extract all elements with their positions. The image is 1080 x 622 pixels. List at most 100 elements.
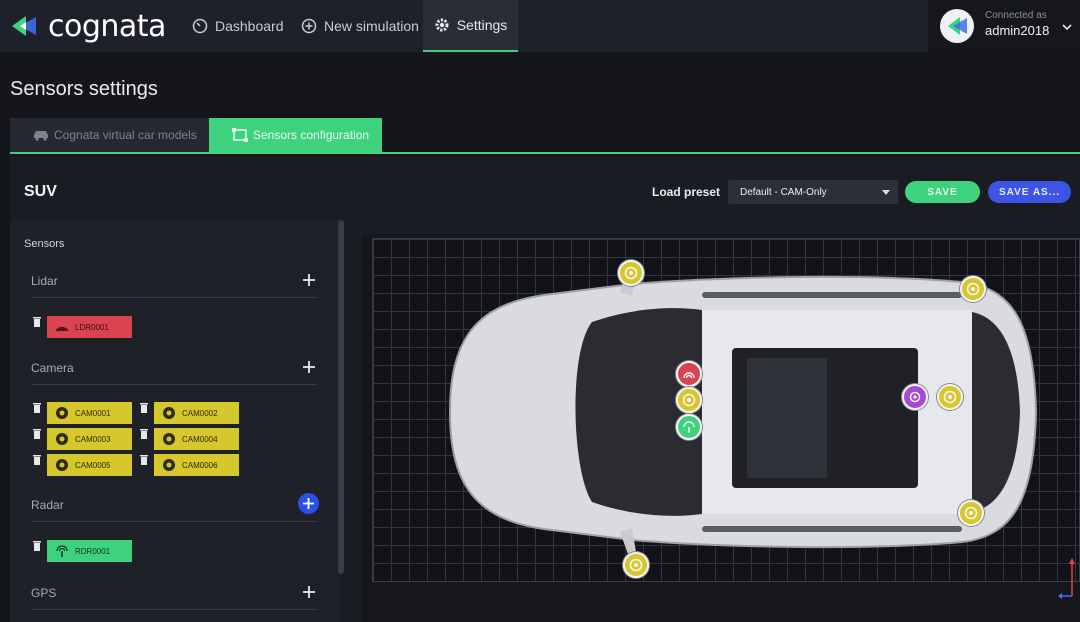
group-camera-label: Camera xyxy=(31,361,74,375)
aperture-icon xyxy=(56,433,68,445)
camera-marker[interactable] xyxy=(958,500,984,526)
trash-icon[interactable] xyxy=(33,541,41,551)
chevron-down-icon xyxy=(1062,24,1072,31)
aperture-icon xyxy=(56,459,68,471)
vehicle-name: SUV xyxy=(24,183,57,200)
group-radar-label: Radar xyxy=(31,498,64,512)
trash-icon[interactable] xyxy=(33,403,41,413)
nav-dashboard-label: Dashboard xyxy=(215,18,284,34)
trash-icon[interactable] xyxy=(140,455,148,465)
group-gps-label: GPS xyxy=(31,586,57,600)
frame-icon xyxy=(232,128,248,142)
add-lidar-icon[interactable] xyxy=(301,272,317,288)
tab-car-models[interactable]: Cognata virtual car models xyxy=(10,118,209,152)
settings-tabs: Cognata virtual car models Sensors confi… xyxy=(10,118,1080,154)
tab-car-models-label: Cognata virtual car models xyxy=(54,128,197,142)
nav-dashboard[interactable]: Dashboard xyxy=(192,0,284,52)
aperture-icon xyxy=(682,393,696,407)
sensor-chip-label: CAM0005 xyxy=(75,460,111,470)
sensor-chip-label: CAM0002 xyxy=(182,408,218,418)
aperture-icon xyxy=(966,282,980,296)
suv-top-view-image xyxy=(448,270,1038,554)
plus-circle-icon xyxy=(301,18,317,34)
sensor-chip-label: LDR0001 xyxy=(75,322,109,332)
sensor-chip-label: CAM0003 xyxy=(75,434,111,444)
cognata-logo-icon xyxy=(12,16,36,36)
trash-icon[interactable] xyxy=(33,455,41,465)
aperture-icon xyxy=(629,558,643,572)
group-lidar: Lidar xyxy=(31,268,317,298)
sidebar-scrollbar[interactable] xyxy=(338,220,344,574)
add-gps-icon[interactable] xyxy=(301,584,317,600)
aperture-icon xyxy=(964,506,978,520)
username: admin2018 xyxy=(985,23,1050,38)
camera-marker[interactable] xyxy=(618,260,644,286)
lidar-waves-icon xyxy=(55,327,69,332)
aperture-icon xyxy=(163,459,175,471)
sensor-chip-label: CAM0006 xyxy=(182,460,218,470)
avatar xyxy=(940,9,974,43)
app-logo[interactable]: cognata xyxy=(10,8,166,44)
sensor-chip-label: CAM0004 xyxy=(182,434,218,444)
nav-new-simulation-label: New simulation xyxy=(324,18,419,34)
gear-icon xyxy=(435,18,449,32)
camera-marker[interactable] xyxy=(676,387,702,413)
camera-marker[interactable] xyxy=(937,384,963,410)
sensor-chip-label: RDR0001 xyxy=(75,546,111,556)
gps-marker[interactable] xyxy=(902,384,928,410)
add-camera-icon[interactable] xyxy=(301,359,317,375)
connected-as-label: Connected as xyxy=(985,10,1047,21)
user-menu[interactable]: Connected as admin2018 xyxy=(928,0,1080,52)
sensors-sidebar: Sensors Lidar LDR0001 Camera CAM0001 CAM… xyxy=(10,220,340,622)
camera-marker[interactable] xyxy=(960,276,986,302)
trash-icon[interactable] xyxy=(33,429,41,439)
add-radar-button[interactable] xyxy=(298,493,319,514)
group-camera: Camera xyxy=(31,355,317,385)
preset-select[interactable]: Default - CAM-Only xyxy=(728,180,898,204)
trash-icon[interactable] xyxy=(140,429,148,439)
save-as-button[interactable]: SAVE AS... xyxy=(988,181,1071,203)
axis-gizmo-icon xyxy=(1058,558,1075,599)
lidar-marker[interactable] xyxy=(676,361,702,387)
sensor-chip-label: CAM0001 xyxy=(75,408,111,418)
sensor-chip-camera[interactable]: CAM0003 xyxy=(47,428,132,450)
cognata-avatar-icon xyxy=(948,17,967,35)
plus-icon xyxy=(303,498,314,509)
nav-settings[interactable]: Settings xyxy=(423,0,518,52)
page-title: Sensors settings xyxy=(10,78,158,100)
camera-marker[interactable] xyxy=(623,552,649,578)
tab-sensors-configuration[interactable]: Sensors configuration xyxy=(209,118,382,152)
brand-name: cognata xyxy=(48,8,166,44)
load-preset-label: Load preset xyxy=(652,185,721,199)
sensor-chip-camera[interactable]: CAM0006 xyxy=(154,454,239,476)
sensor-chip-camera[interactable]: CAM0001 xyxy=(47,402,132,424)
antenna-icon xyxy=(683,421,695,433)
sensor-placement-canvas[interactable] xyxy=(362,234,1080,622)
group-gps: GPS xyxy=(31,580,317,610)
aperture-icon xyxy=(56,407,68,419)
aperture-icon xyxy=(163,433,175,445)
caret-down-icon xyxy=(882,190,890,195)
sensor-chip-lidar[interactable]: LDR0001 xyxy=(47,316,132,338)
nav-new-simulation[interactable]: New simulation xyxy=(301,0,419,52)
car-icon xyxy=(34,131,48,141)
radar-marker[interactable] xyxy=(676,414,702,440)
sensor-chip-radar[interactable]: RDR0001 xyxy=(47,540,132,562)
save-button[interactable]: SAVE xyxy=(905,181,980,203)
sensor-chip-camera[interactable]: CAM0005 xyxy=(47,454,132,476)
aperture-icon xyxy=(943,390,957,404)
group-lidar-label: Lidar xyxy=(31,274,58,288)
gauge-icon xyxy=(192,18,208,34)
nav-settings-label: Settings xyxy=(456,17,508,33)
lidar-waves-icon xyxy=(683,372,695,379)
sensor-chip-camera[interactable]: CAM0002 xyxy=(154,402,239,424)
crosshair-icon xyxy=(909,391,921,403)
sidebar-title: Sensors xyxy=(24,238,65,250)
top-navigation-bar: cognata Dashboard New simulation Setting… xyxy=(0,0,1080,52)
preset-selected-value: Default - CAM-Only xyxy=(740,187,827,198)
sensor-chip-camera[interactable]: CAM0004 xyxy=(154,428,239,450)
trash-icon[interactable] xyxy=(33,317,41,327)
aperture-icon xyxy=(624,266,638,280)
group-radar: Radar xyxy=(31,492,319,522)
trash-icon[interactable] xyxy=(140,403,148,413)
